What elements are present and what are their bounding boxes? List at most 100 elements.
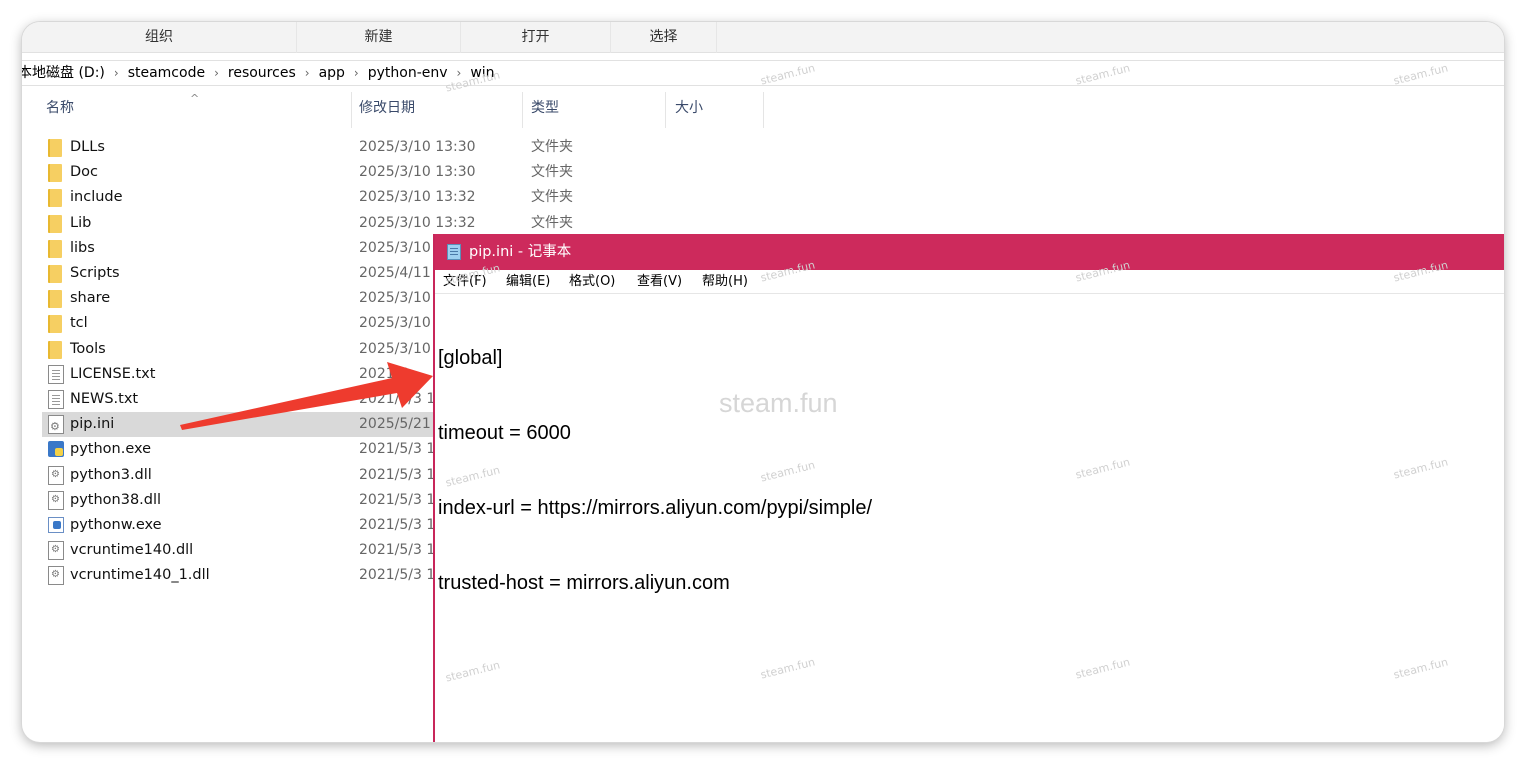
file-row[interactable]: LICENSE.txt 2021/5 [42, 362, 462, 387]
file-row[interactable]: include 2025/3/10 13:32 文件夹 [42, 185, 573, 210]
file-date: 2025/3/10 [359, 340, 431, 357]
notepad-title: pip.ini - 记事本 [469, 244, 572, 260]
chevron-right-icon: › [113, 66, 119, 80]
text-line: timeout = 6000 [438, 422, 571, 444]
menu-view[interactable]: 查看(V) [637, 270, 682, 294]
folder-icon [48, 239, 62, 258]
file-name: NEWS.txt [70, 391, 139, 407]
open-button[interactable]: 打开 [461, 22, 611, 53]
chevron-right-icon: › [353, 66, 359, 80]
breadcrumb-resources[interactable]: resources [228, 61, 296, 85]
dll-file-icon [48, 490, 64, 510]
notepad-icon [447, 244, 461, 260]
file-name: Scripts [70, 265, 120, 281]
file-date: 2021/5/3 1 [359, 567, 436, 584]
folder-icon [48, 290, 62, 309]
breadcrumb-steamcode[interactable]: steamcode [128, 61, 205, 85]
file-row[interactable]: share 2025/3/10 [42, 286, 462, 311]
pythonw-exe-icon [48, 517, 64, 533]
dll-file-icon [48, 541, 64, 561]
column-header-size[interactable]: 大小 [675, 89, 703, 127]
breadcrumb-drive[interactable]: 本地磁盘 (D:) [22, 61, 105, 85]
column-header-type[interactable]: 类型 [531, 89, 559, 127]
column-divider[interactable] [665, 92, 666, 128]
file-row[interactable]: pythonw.exe 2021/5/3 1 [42, 513, 462, 538]
column-divider[interactable] [522, 92, 523, 128]
menu-help[interactable]: 帮助(H) [702, 270, 748, 294]
column-divider[interactable] [351, 92, 352, 128]
folder-icon [48, 139, 62, 157]
file-name: tcl [70, 315, 88, 332]
screenshot-frame: 组织 新建 打开 选择 本地磁盘 (D:) › steamcode › resource… [22, 22, 1504, 742]
sort-ascending-icon: ^ [190, 92, 200, 105]
file-name: share [70, 290, 111, 307]
file-row[interactable]: python38.dll 2021/5/3 1 [42, 488, 462, 513]
file-name: vcruntime140_1.dll [70, 567, 210, 584]
file-name: pip.ini [70, 416, 115, 433]
breadcrumb-python-env[interactable]: python-env [368, 61, 448, 85]
file-row[interactable]: python3.dll 2021/5/3 1 [42, 463, 462, 488]
file-row[interactable]: pip.ini 2025/5/21 [42, 412, 462, 438]
menu-file[interactable]: 文件(F) [443, 270, 487, 294]
column-header-name[interactable]: 名称 [46, 89, 74, 127]
file-name: vcruntime140.dll [70, 542, 194, 559]
file-type: 文件夹 [531, 214, 573, 231]
menu-format[interactable]: 格式(O) [569, 270, 615, 294]
column-header-date[interactable]: 修改日期 [359, 89, 415, 127]
file-name: Lib [70, 214, 92, 231]
notepad-text-area[interactable]: [global] timeout = 6000 index-url = http… [438, 296, 872, 646]
file-date: 2021/5/3 1 [359, 466, 436, 483]
text-file-icon [48, 390, 64, 409]
file-date: 2021/5/3 1 [359, 542, 436, 559]
column-divider[interactable] [763, 92, 764, 128]
text-line: trusted-host = mirrors.aliyun.com [438, 572, 730, 594]
organize-button[interactable]: 组织 [22, 22, 297, 53]
file-date: 2025/3/10 13:30 [359, 164, 476, 181]
file-row[interactable]: Scripts 2025/4/11 [42, 261, 462, 286]
breadcrumb-win[interactable]: win [470, 61, 494, 85]
file-row[interactable]: vcruntime140.dll 2021/5/3 1 [42, 538, 462, 563]
folder-icon [48, 340, 62, 359]
file-type: 文件夹 [531, 189, 573, 206]
file-row[interactable]: Lib 2025/3/10 13:32 文件夹 [42, 211, 573, 236]
file-row[interactable]: NEWS.txt 2021/5/3 1 [42, 387, 462, 412]
file-row[interactable]: tcl 2025/3/10 [42, 311, 462, 336]
new-button[interactable]: 新建 [297, 22, 461, 53]
notepad-title-bar[interactable]: pip.ini - 记事本 [435, 234, 1504, 270]
breadcrumb-app[interactable]: app [319, 61, 345, 85]
select-button[interactable]: 选择 [611, 22, 717, 53]
python-exe-icon [48, 441, 64, 458]
notepad-window[interactable]: pip.ini - 记事本 文件(F) 编辑(E) 格式(O) 查看(V) 帮助… [433, 234, 1504, 742]
file-row[interactable]: libs 2025/3/10 [42, 236, 462, 261]
file-date: 2021/5/3 1 [359, 391, 436, 407]
file-row[interactable]: Doc 2025/3/10 13:30 文件夹 [42, 160, 573, 185]
file-row[interactable]: vcruntime140_1.dll 2021/5/3 1 [42, 563, 462, 588]
file-date: 2021/5/3 1 [359, 491, 436, 508]
file-name: python.exe [70, 441, 152, 458]
folder-icon [48, 315, 62, 334]
folder-icon [48, 189, 62, 208]
file-row[interactable]: python.exe 2021/5/3 1 [42, 437, 462, 462]
file-type: 文件夹 [531, 164, 573, 181]
file-name: Doc [70, 164, 99, 181]
file-name: LICENSE.txt [70, 365, 156, 382]
chevron-right-icon: › [214, 66, 219, 80]
folder-icon [48, 214, 62, 233]
text-file-icon [48, 364, 64, 384]
address-bar[interactable]: 本地磁盘 (D:) › steamcode › resources › app › python… [22, 60, 1504, 86]
file-name: Tools [70, 340, 106, 357]
menu-edit[interactable]: 编辑(E) [506, 270, 550, 294]
text-line: index-url = https://mirrors.aliyun.com/p… [438, 497, 873, 519]
notepad-menu-bar: 文件(F) 编辑(E) 格式(O) 查看(V) 帮助(H) [435, 270, 1504, 294]
file-name: DLLs [70, 139, 105, 155]
chevron-right-icon: › [304, 66, 310, 80]
file-row[interactable]: DLLs 2025/3/10 13:30 文件夹 [42, 135, 573, 160]
file-row[interactable]: Tools 2025/3/10 [42, 337, 462, 362]
file-date: 2025/3/10 13:32 [359, 214, 476, 231]
file-type: 文件夹 [531, 139, 573, 155]
file-date: 2025/3/10 [359, 315, 431, 332]
file-date: 2025/3/10 13:30 [359, 139, 476, 155]
folder-icon [48, 265, 62, 283]
dll-file-icon [48, 566, 64, 586]
file-date: 2025/5/21 [359, 416, 431, 433]
